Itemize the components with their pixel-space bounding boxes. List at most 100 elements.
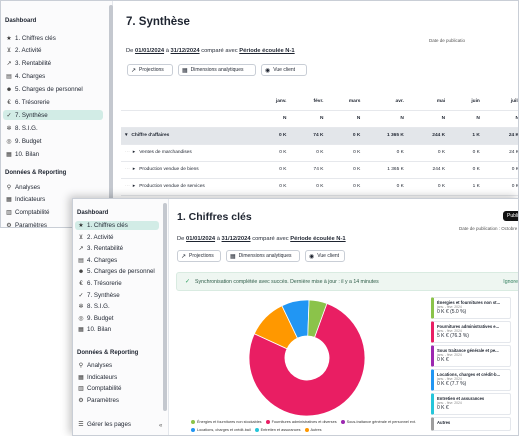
legend-swatch — [191, 428, 195, 432]
publish-button[interactable]: Publi — [503, 211, 518, 221]
row-label: Ventes de marchandises — [139, 150, 192, 155]
gear-icon: ⚙ — [6, 223, 12, 228]
trend-icon: ↗ — [181, 253, 187, 260]
compare-period[interactable]: Période écoulée N-1 — [290, 236, 345, 242]
sidebar-item-label: 3. Rentabilité — [15, 60, 52, 68]
cell-value: 0 K — [290, 178, 328, 196]
sidebar-item-6-tresorerie[interactable]: €6. Trésorerie — [73, 279, 161, 288]
period-end[interactable]: 31/12/2024 — [222, 236, 251, 242]
toolbar-dimensions-analytiques-button[interactable]: ▦ Dimensions analytiques — [226, 250, 300, 262]
category-card[interactable]: Locations, charges et crédit-b... janv. -… — [431, 369, 511, 391]
manage-pages-link[interactable]: ☰ Gérer les pages — [73, 419, 135, 429]
collapse-sidebar-icon[interactable]: « — [159, 423, 162, 429]
sidebar-item-analyses[interactable]: ⚲ Analyses — [73, 361, 116, 370]
card-value: 0 K € — [437, 357, 449, 363]
expand-caret-icon[interactable]: ▸ — [133, 150, 135, 155]
month-header: mai — [407, 93, 450, 111]
period-selector[interactable]: De 01/01/2024 à 31/12/2024 comparé avec … — [126, 48, 295, 54]
compare-period[interactable]: Période écoulée N-1 — [239, 48, 294, 54]
sidebar-item-8-s-i-g[interactable]: ✲ 8. S.I.G. — [73, 302, 161, 311]
cell-value: 0 K — [483, 161, 518, 179]
expenses-donut-chart — [248, 299, 366, 417]
sidebar-item-3-rentabilite[interactable]: ↗ 3. Rentabilité — [73, 244, 161, 253]
table-row[interactable]: ··· ▸ Ventes de marchandises 0 K0 K0 K0 K0 … — [121, 144, 518, 162]
period-selector[interactable]: De 01/01/2024 à 31/12/2024 comparé avec … — [177, 236, 346, 242]
trend-icon: ↗ — [78, 246, 84, 253]
sidebar-item-7-synthese[interactable]: ✓ 7. Synthèse — [73, 291, 161, 300]
sidebar-item-5-charges-de-personnel[interactable]: ☻ 5. Charges de personnel — [1, 85, 105, 95]
collapse-caret-icon[interactable]: ▾ — [125, 133, 127, 138]
grid-icon: ▦ — [78, 374, 84, 381]
toolbar-dimensions-analytiques-button[interactable]: ▦ Dimensions analytiques — [178, 64, 256, 76]
category-card[interactable]: Fournitures administratives e... janv. - … — [431, 321, 511, 343]
category-card[interactable]: Autres — [431, 417, 511, 431]
period-end[interactable]: 31/12/2024 — [171, 48, 200, 54]
sidebar-item-comptabilite[interactable]: ▥ Comptabilité — [1, 208, 53, 218]
eye-icon: ◉ — [265, 67, 271, 74]
sidebar-item-parametres[interactable]: ⚙ Paramètres — [73, 396, 123, 405]
legend-item[interactable]: Autres — [304, 428, 321, 432]
sidebar-item-1-chiffres-cles[interactable]: ★ 1. Chiffres clés — [1, 33, 105, 43]
sidebar-item-10-bilan[interactable]: ▦ 10. Bilan — [73, 325, 161, 334]
sidebar-item-indicateurs[interactable]: ▦ Indicateurs — [73, 373, 121, 382]
toolbar-vue-client-button[interactable]: ◉ Vue client — [261, 64, 307, 76]
table-row[interactable]: ··· ▸ Production vendue de biens 0 K 74 K0 K… — [121, 161, 518, 179]
table-row[interactable]: ▾ Chiffre d'affaires 0 K 74 K0 K1 365 K 244 … — [121, 127, 518, 145]
card-title: Autres — [437, 420, 451, 425]
sidebar-item-label: 1. Chiffres clés — [87, 222, 128, 229]
toolbar-projections-button[interactable]: ↗ Projections — [177, 250, 221, 262]
ignore-button[interactable]: Ignore — [503, 279, 518, 285]
legend-item[interactable]: Sous-traitance générale et personnel ext… — [340, 420, 416, 424]
toolbar-projections-button[interactable]: ↗ Projections — [127, 64, 173, 76]
toolbar-vue-client-button[interactable]: ◉ Vue client — [305, 250, 345, 262]
sidebar-item-comptabilite[interactable]: ▥ Comptabilité — [73, 384, 125, 393]
sidebar-item-indicateurs[interactable]: ▦ Indicateurs — [1, 195, 49, 205]
sidebar-item-label: 1. Chiffres clés — [15, 34, 56, 42]
expand-caret-icon[interactable]: ▸ — [133, 167, 135, 172]
sidebar-item-analyses[interactable]: ⚲ Analyses — [1, 182, 44, 192]
legend-swatch — [265, 420, 270, 424]
sidebar-item-label: 3. Rentabilité — [87, 245, 124, 253]
sidebar-item-2-activite[interactable]: ⊻ 2. Activité — [73, 233, 161, 242]
sidebar-item-1-chiffres-cles[interactable]: ★ 1. Chiffres clés — [75, 221, 159, 230]
table-subheader-row: NNNNNNN — [121, 110, 518, 128]
sidebar-section-dashboard: Dashboard — [77, 210, 109, 216]
sidebar-item-label: 6. Trésorerie — [87, 280, 122, 287]
sidebar-item-5-charges-de-personnel[interactable]: ☻ 5. Charges de personnel — [73, 267, 161, 276]
legend-item[interactable]: Locations, charges et crédit-bail — [191, 428, 251, 432]
category-card[interactable]: Sous traitance générale et pe... janv. - … — [431, 345, 511, 367]
legend-item[interactable]: Fournitures administratives et diverses — [265, 420, 337, 424]
sidebar-item-parametres[interactable]: ⚙ Paramètres — [1, 221, 51, 228]
cell-value: 0 K — [249, 178, 291, 196]
sidebar-item-3-rentabilite[interactable]: ↗ 3. Rentabilité — [1, 59, 105, 69]
row-label: Production vendue de biens — [139, 167, 199, 172]
sidebar-item-7-synthese[interactable]: ✓ 7. Synthèse — [3, 110, 103, 121]
sidebar-scrollbar[interactable] — [163, 203, 167, 411]
sidebar-item-label: Indicateurs — [87, 373, 118, 381]
sidebar-item-2-activite[interactable]: ⊻ 2. Activité — [1, 46, 105, 56]
sidebar-item-8-s-i-g[interactable]: ✲ 8. S.I.G. — [1, 123, 105, 133]
cell-value: 74 K — [290, 161, 328, 179]
category-card[interactable]: Énergies et fournitures non st... janv. -… — [431, 297, 511, 319]
table-row[interactable]: ··· ▸ Production vendue de services 0 K0 K0… — [121, 178, 518, 196]
sidebar-item-10-bilan[interactable]: ▦ 10. Bilan — [1, 149, 105, 159]
cell-value: 0 K — [327, 178, 365, 196]
sidebar-item-4-charges[interactable]: ▤ 4. Charges — [73, 256, 161, 265]
year-header: N — [327, 110, 365, 128]
legend-item[interactable]: Énergies et fournitures non stockables — [191, 420, 262, 424]
sidebar-item-6-tresorerie[interactable]: €6. Trésorerie — [1, 98, 105, 108]
period-start[interactable]: 01/01/2024 — [186, 236, 215, 242]
star-icon: ★ — [6, 35, 12, 42]
tree-line-icon: ··· — [125, 150, 130, 155]
sync-message: Synchronisation complétée avec succès. D… — [195, 278, 379, 285]
sidebar-item-4-charges[interactable]: ▤ 4. Charges — [1, 72, 105, 82]
period-start[interactable]: 01/01/2024 — [135, 48, 164, 54]
sidebar-item-9-budget[interactable]: ◎ 9. Budget — [1, 136, 105, 146]
category-card[interactable]: Entretien et assurances janv. - févr. 202… — [431, 393, 511, 415]
people-icon: ☻ — [77, 268, 85, 275]
euro-icon: € — [7, 99, 11, 106]
sidebar-item-label: 4. Charges — [15, 73, 46, 81]
expand-caret-icon[interactable]: ▸ — [133, 184, 135, 189]
legend-item[interactable]: Entretien et assurances — [254, 428, 301, 432]
sidebar-item-9-budget[interactable]: ◎ 9. Budget — [73, 314, 161, 323]
